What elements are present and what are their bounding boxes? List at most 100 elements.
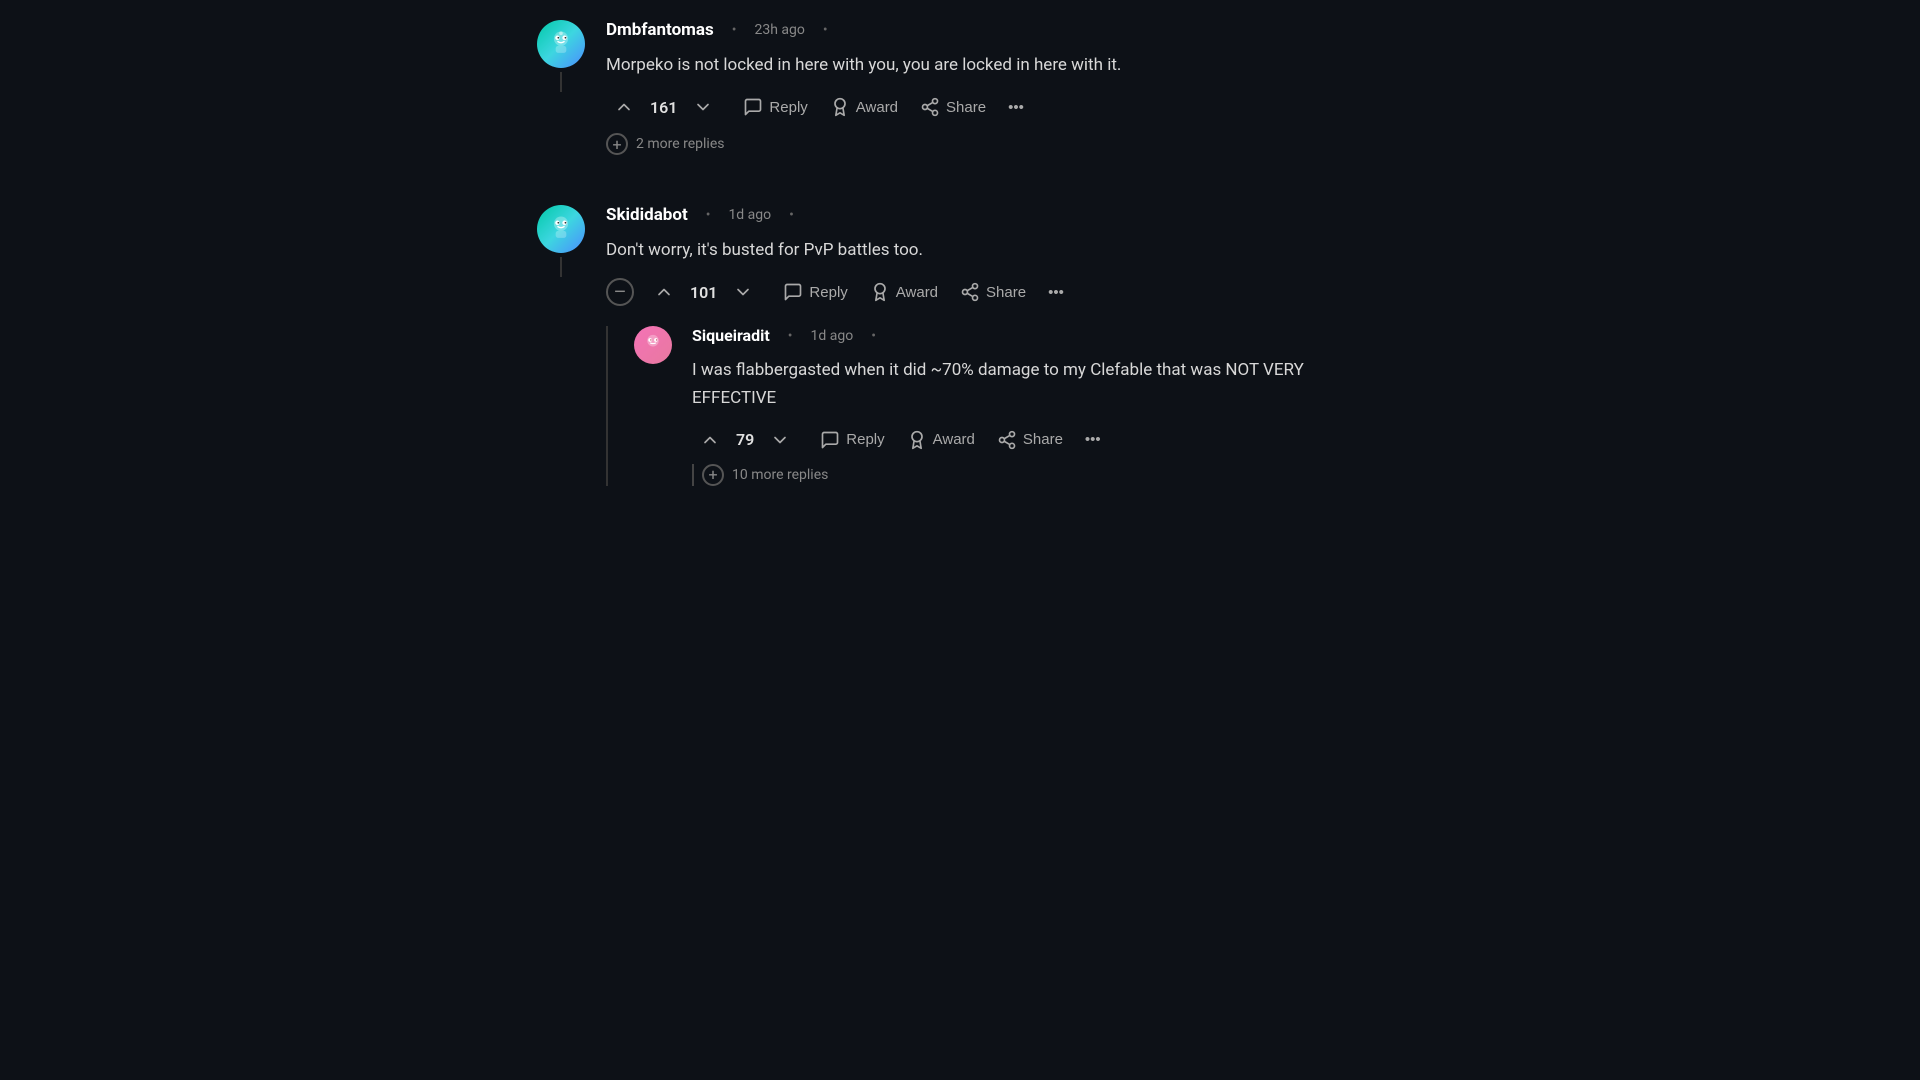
vote-count-1: 161	[650, 98, 677, 117]
reply-button-1[interactable]: Reply	[735, 93, 815, 121]
nested-text-1: I was flabbergasted when it did ~70% dam…	[692, 357, 1390, 411]
reply-label-2: Reply	[809, 284, 847, 301]
avatar-siqueiradit	[634, 326, 672, 364]
award-label-1: Award	[856, 99, 898, 116]
award-label-2: Award	[896, 284, 938, 301]
username-1: Dmbfantomas	[606, 20, 714, 40]
more-button-2[interactable]: •••	[1040, 280, 1072, 305]
avatar-icon-1	[545, 28, 577, 60]
downvote-button-1[interactable]	[685, 93, 721, 121]
nested-comment-1: Siqueiradit • 1d ago • I was flabbergast…	[606, 326, 1390, 485]
meta-dot-2b: •	[789, 207, 794, 223]
more-label-1: •••	[1008, 99, 1024, 116]
award-button-2[interactable]: Award	[862, 278, 946, 306]
nested-more-replies-label: 10 more replies	[732, 467, 828, 483]
action-bar-2: 101 Reply	[646, 278, 1072, 306]
meta-dot-1b: •	[823, 22, 828, 38]
comment-content-2: Skididabot • 1d ago • Don't worry, it's …	[606, 205, 1390, 486]
comments-container: Dmbfantomas • 23h ago • Morpeko is not l…	[510, 0, 1410, 536]
avatar-icon-2	[545, 213, 577, 245]
nested-upvote-button-1[interactable]	[692, 426, 728, 454]
comment-block-1: Dmbfantomas • 23h ago • Morpeko is not l…	[530, 20, 1390, 155]
award-icon-2	[870, 282, 890, 302]
reply-icon-1	[743, 97, 763, 117]
nested-more-button-1[interactable]: •••	[1077, 427, 1109, 452]
avatar-icon-nested	[640, 332, 666, 358]
upvote-icon-1	[614, 97, 634, 117]
comment-header-1: Dmbfantomas • 23h ago •	[606, 20, 1390, 40]
reply-label-1: Reply	[769, 99, 807, 116]
action-bar-1: 161 Reply Award	[606, 93, 1390, 121]
nested-award-label: Award	[933, 431, 975, 448]
nested-more-replies-circle: +	[702, 464, 724, 486]
comment-text-1: Morpeko is not locked in here with you, …	[606, 52, 1390, 79]
nested-vote-group-1: 79	[692, 426, 798, 454]
nested-meta-dot: •	[788, 328, 793, 344]
downvote-icon-1	[693, 97, 713, 117]
meta-dot-2: •	[706, 207, 711, 223]
nested-username-1: Siqueiradit	[692, 326, 770, 345]
reply-button-2[interactable]: Reply	[775, 278, 855, 306]
nested-share-label: Share	[1023, 431, 1063, 448]
nested-vote-count-1: 79	[736, 430, 754, 449]
vote-group-2: 101	[646, 278, 761, 306]
nested-reply-label: Reply	[846, 431, 884, 448]
vote-count-2: 101	[690, 283, 717, 302]
comment-text-2: Don't worry, it's busted for PvP battles…	[606, 237, 1390, 264]
reply-icon-2	[783, 282, 803, 302]
nested-action-bar-1: 79 Reply	[692, 426, 1390, 454]
action-row-2: − 101 Reply	[606, 278, 1390, 306]
nested-downvote-icon	[770, 430, 790, 450]
vote-group-1: 161	[606, 93, 721, 121]
nested-more-replies-1[interactable]: + 10 more replies	[692, 464, 1390, 486]
share-label-1: Share	[946, 99, 986, 116]
comment-block-2: Skididabot • 1d ago • Don't worry, it's …	[530, 205, 1390, 486]
more-replies-circle-1: +	[606, 133, 628, 155]
downvote-icon-2	[733, 282, 753, 302]
upvote-icon-2	[654, 282, 674, 302]
avatar-dmbfantomas	[537, 20, 585, 68]
more-label-2: •••	[1048, 284, 1064, 301]
award-icon-1	[830, 97, 850, 117]
more-replies-label-1: 2 more replies	[636, 136, 724, 152]
share-button-2[interactable]: Share	[952, 278, 1034, 306]
share-icon-1	[920, 97, 940, 117]
nested-content-1: Siqueiradit • 1d ago • I was flabbergast…	[692, 326, 1390, 485]
nested-share-icon	[997, 430, 1017, 450]
more-replies-1[interactable]: + 2 more replies	[606, 133, 1390, 155]
left-col-1	[530, 20, 592, 92]
username-2: Skididabot	[606, 205, 688, 225]
nested-row-1: Siqueiradit • 1d ago • I was flabbergast…	[628, 326, 1390, 485]
nested-downvote-button-1[interactable]	[762, 426, 798, 454]
nested-more-label: •••	[1085, 431, 1101, 448]
avatar-skididabot	[537, 205, 585, 253]
comment-content-1: Dmbfantomas • 23h ago • Morpeko is not l…	[606, 20, 1390, 155]
collapse-button-2[interactable]: −	[606, 278, 634, 306]
upvote-button-1[interactable]	[606, 93, 642, 121]
left-col-2	[530, 205, 592, 277]
nested-share-button-1[interactable]: Share	[989, 426, 1071, 454]
nested-header-1: Siqueiradit • 1d ago •	[692, 326, 1390, 345]
nested-award-button-1[interactable]: Award	[899, 426, 983, 454]
comment-row-2: Skididabot • 1d ago • Don't worry, it's …	[530, 205, 1390, 486]
award-button-1[interactable]: Award	[822, 93, 906, 121]
nested-left-col	[628, 326, 678, 364]
share-label-2: Share	[986, 284, 1026, 301]
thread-line-2	[560, 257, 562, 277]
comment-header-2: Skididabot • 1d ago •	[606, 205, 1390, 225]
share-button-1[interactable]: Share	[912, 93, 994, 121]
timestamp-2: 1d ago	[728, 207, 771, 223]
thread-line-1	[560, 72, 562, 92]
downvote-button-2[interactable]	[725, 278, 761, 306]
nested-reply-button-1[interactable]: Reply	[812, 426, 892, 454]
timestamp-1: 23h ago	[754, 22, 804, 38]
nested-award-icon	[907, 430, 927, 450]
nested-upvote-icon	[700, 430, 720, 450]
comment-row-1: Dmbfantomas • 23h ago • Morpeko is not l…	[530, 20, 1390, 155]
upvote-button-2[interactable]	[646, 278, 682, 306]
meta-dot-1: •	[732, 22, 737, 38]
share-icon-2	[960, 282, 980, 302]
more-button-1[interactable]: •••	[1000, 95, 1032, 120]
nested-reply-icon	[820, 430, 840, 450]
nested-meta-dot-b: •	[871, 328, 876, 344]
